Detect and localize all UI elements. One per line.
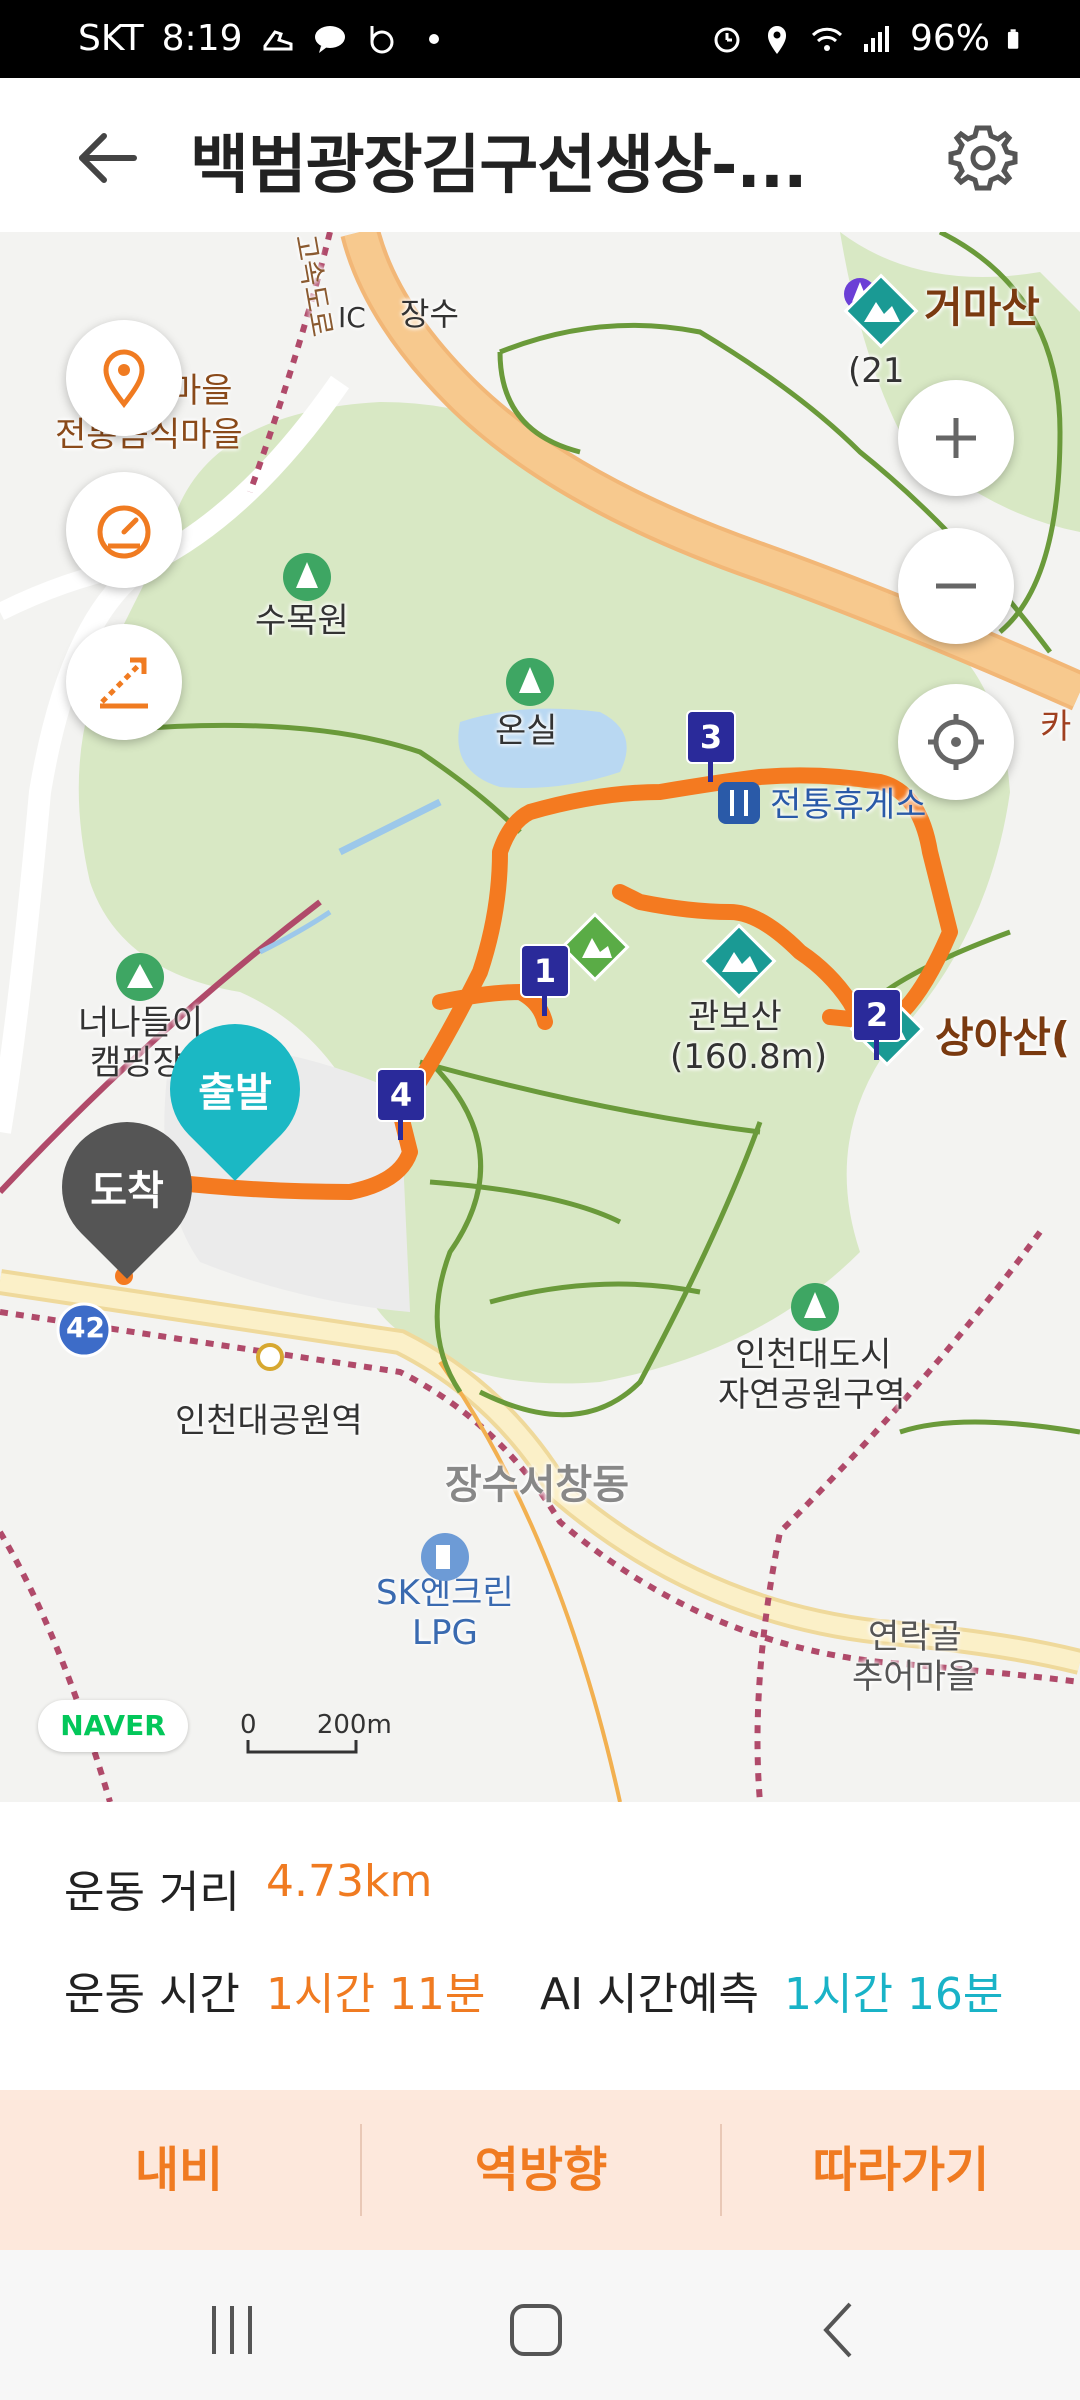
page-title: 백범광장김구선생상-... [190, 129, 807, 203]
map-view[interactable]: IC 장수 고속도로 마을 전통음식마을 수목원 온실 전통휴게소 관보산 (1… [0, 232, 1080, 1802]
app-header: 백범광장김구선생상-... [0, 78, 1080, 232]
crosshair-icon [928, 714, 984, 770]
map-label-arboretum: 수목원 [255, 601, 349, 641]
b-icon [370, 25, 393, 53]
location-icon [767, 25, 786, 54]
map-label-gwanbosan: 관보산 [688, 997, 782, 1037]
gear-icon[interactable] [945, 120, 1021, 196]
scale-distance: 200m [316, 1710, 392, 1740]
mountain-icon-gwanbosan [701, 923, 777, 999]
camping-icon [116, 953, 164, 1001]
back-icon[interactable] [800, 2290, 880, 2370]
route-stats-panel: 운동 거리 4.73km 운동 시간 1시간 11분 AI 시간예측 1시간 1… [0, 1802, 1080, 2092]
ic-badge: IC [338, 301, 366, 334]
elevation-button[interactable] [66, 624, 182, 740]
home-icon[interactable] [496, 2290, 576, 2370]
restaurant-icon [718, 782, 760, 824]
follow-button[interactable]: 따라가기 [722, 2090, 1080, 2250]
map-label-gas2: LPG [412, 1613, 478, 1653]
minus-icon [936, 583, 976, 589]
system-nav-bar [0, 2250, 1080, 2400]
distance-value: 4.73km [266, 1856, 433, 1907]
recenter-button[interactable] [898, 684, 1014, 800]
map-label-rest-area: 전통휴게소 [770, 785, 927, 825]
time-value: 1시간 11분 [266, 1969, 486, 2020]
map-label-park2: 자연공원구역 [718, 1375, 906, 1415]
map-label-sangasan: 상아산( [935, 1013, 1071, 1062]
map-scale: 0 200m [240, 1710, 392, 1754]
talk-icon [314, 25, 345, 53]
map-label-geomasan-height: (21 [848, 351, 905, 391]
ai-time-label: AI 시간예측 [540, 1969, 759, 2020]
zoom-out-button[interactable] [898, 528, 1014, 644]
dot-icon [428, 33, 439, 44]
waypoint-3[interactable]: 3 [686, 710, 736, 782]
action-bar: 내비 역방향 따라가기 [0, 2090, 1080, 2250]
waypoint-2[interactable]: 2 [852, 988, 902, 1060]
map-label-camping: 너나들이 [78, 1003, 204, 1043]
tree-icon-greenhouse [506, 658, 554, 706]
gas-station-icon [421, 1533, 469, 1581]
map-label-geomasan: 거마산 [924, 283, 1040, 332]
carrier-label: SKT [78, 18, 144, 59]
location-pin-button[interactable] [66, 320, 182, 436]
alarm-icon [714, 27, 740, 52]
tree-icon [283, 553, 331, 601]
map-label-jangsu: 장수 [400, 295, 459, 333]
signal-icon [863, 25, 889, 52]
arrow-left-icon[interactable] [70, 120, 146, 196]
map-label-greenhouse: 온실 [495, 711, 558, 751]
mountain-icon-gwanbosan-green [560, 912, 630, 982]
map-label-station: 인천대공원역 [175, 1401, 363, 1441]
shoe-icon [263, 29, 292, 50]
navigate-button[interactable]: 내비 [0, 2090, 358, 2250]
speedometer-icon [97, 505, 151, 559]
station-icon [256, 1343, 284, 1371]
plus-icon [936, 418, 976, 458]
elevation-icon [100, 657, 148, 709]
waypoint-1[interactable]: 1 [520, 944, 570, 1016]
map-label-yeonrakgol: 연락골 [868, 1617, 962, 1657]
wifi-icon [811, 27, 843, 51]
map-label-yeonrakgol2: 추어마을 [852, 1657, 978, 1697]
battery-icon [1007, 28, 1019, 49]
zoom-in-button[interactable] [898, 380, 1014, 496]
recent-apps-icon[interactable] [192, 2290, 272, 2370]
tree-icon-park [791, 1283, 839, 1331]
time-label: 운동 시간 [64, 1969, 240, 2020]
mountain-icon-geomasan [843, 273, 919, 349]
scale-zero: 0 [240, 1710, 257, 1740]
scale-bar [246, 1740, 358, 1754]
distance-label: 운동 거리 [64, 1867, 240, 1918]
map-label-gwanbosan-height: (160.8m) [670, 1037, 827, 1077]
clock: 8:19 [161, 18, 243, 59]
location-pin-icon [103, 349, 145, 408]
road-42-label: 42 [66, 1311, 105, 1344]
speed-button[interactable] [66, 472, 182, 588]
reverse-button[interactable]: 역방향 [362, 2090, 720, 2250]
waypoint-4[interactable]: 4 [376, 1068, 426, 1140]
status-bar: SKT 8:19 96% [0, 0, 1080, 78]
map-label-district: 장수서창동 [445, 1462, 629, 1508]
battery-percent: 96% [909, 18, 990, 59]
map-label-park: 인천대도시 [735, 1335, 892, 1375]
ai-time-value: 1시간 16분 [784, 1969, 1004, 2020]
map-label-edge: 카 [1040, 707, 1072, 747]
naver-attribution: NAVER [38, 1700, 188, 1752]
